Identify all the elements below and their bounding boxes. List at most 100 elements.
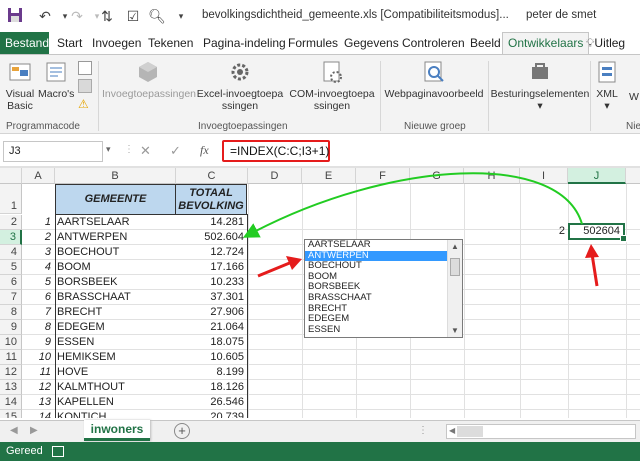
undo-icon[interactable]: ↶ (36, 7, 54, 25)
scroll-left-icon[interactable]: ◀ (449, 426, 455, 435)
tab-gegevens[interactable]: Gegevens (344, 32, 399, 54)
cell-gemeente[interactable]: ANTWERPEN (55, 230, 175, 245)
column-header-j[interactable]: J (568, 168, 626, 184)
column-header-f[interactable]: F (356, 168, 410, 184)
row-header[interactable]: 9 (0, 320, 22, 335)
row-header[interactable]: 11 (0, 350, 22, 365)
cell-nr[interactable]: 13 (22, 395, 54, 410)
row-header[interactable]: 12 (0, 365, 22, 380)
row-header[interactable]: 5 (0, 260, 22, 275)
sheet-tab-inwoners[interactable]: inwoners (84, 420, 150, 441)
column-header-a[interactable]: A (22, 168, 55, 184)
tab-bestand[interactable]: Bestand (0, 32, 49, 54)
user-name[interactable]: peter de smet (526, 9, 596, 21)
cell-gemeente[interactable]: KALMTHOUT (55, 380, 175, 395)
addins-button[interactable]: Invoegtoepassingen (102, 59, 196, 100)
cell-bevolking[interactable]: 10.233 (176, 275, 247, 290)
scroll-thumb[interactable] (457, 426, 483, 437)
cell-nr[interactable]: 12 (22, 380, 54, 395)
tab-tekenen[interactable]: Tekenen (148, 32, 193, 54)
cell-nr[interactable]: 5 (22, 275, 54, 290)
tab-controleren[interactable]: Controleren (402, 32, 465, 54)
cell-gemeente[interactable]: AARTSELAAR (55, 215, 175, 230)
cell-gemeente[interactable]: HEMIKSEM (55, 350, 175, 365)
cell-bevolking[interactable]: 20.739 (176, 410, 247, 418)
column-header-g[interactable]: G (410, 168, 464, 184)
cell-gemeente[interactable]: KAPELLEN (55, 395, 175, 410)
cell-bevolking[interactable]: 18.075 (176, 335, 247, 350)
cancel-icon[interactable]: ✕ (140, 143, 151, 159)
cell-gemeente[interactable]: BRASSCHAAT (55, 290, 175, 305)
worksheet-grid[interactable]: A B C D E F G H I J 1 2 3 4 5 6 7 8 9 10 11 12 13 14… (0, 168, 640, 418)
tab-uitleg[interactable]: 💡︎Uitleg (586, 32, 625, 54)
listbox-item[interactable]: BRASSCHAAT (305, 292, 449, 304)
tab-invoegen[interactable]: Invoegen (92, 32, 141, 54)
relative-references-icon[interactable] (78, 79, 92, 93)
listbox-item[interactable]: AARTSELAAR (305, 240, 449, 251)
com-addins-button[interactable]: COM-invoegtoepassingen (288, 59, 376, 112)
cell-bevolking[interactable]: 14.281 (176, 215, 247, 230)
horizontal-scrollbar[interactable]: ◀ (446, 424, 636, 439)
add-sheet-icon[interactable]: + (174, 423, 190, 439)
cell-bevolking[interactable]: 18.126 (176, 380, 247, 395)
macro-security-icon[interactable]: ⚠ (78, 97, 89, 111)
tab-beeld[interactable]: Beeld (470, 32, 501, 54)
cell-nr[interactable]: 11 (22, 365, 54, 380)
tab-start[interactable]: Start (57, 32, 82, 54)
formula-input[interactable]: =INDEX(C:C;I3+1) (222, 140, 330, 162)
row-header[interactable]: 2 (0, 215, 22, 230)
tab-formules[interactable]: Formules (288, 32, 338, 54)
cell-gemeente[interactable]: HOVE (55, 365, 175, 380)
cell-bevolking[interactable]: 12.724 (176, 245, 247, 260)
cell-nr[interactable]: 9 (22, 335, 54, 350)
tab-ontwikkelaars[interactable]: Ontwikkelaars (502, 32, 590, 55)
column-header-b[interactable]: B (55, 168, 176, 184)
cell-bevolking[interactable]: 26.546 (176, 395, 247, 410)
more-button[interactable]: W (628, 91, 640, 103)
sheet-next-icon[interactable]: ▶ (30, 425, 38, 436)
scroll-thumb[interactable] (450, 258, 460, 276)
cell-gemeente[interactable]: BORSBEEK (55, 275, 175, 290)
cell-nr[interactable]: 7 (22, 305, 54, 320)
name-box[interactable]: J3 (3, 141, 103, 162)
cell-nr[interactable]: 8 (22, 320, 54, 335)
confirm-icon[interactable]: ✓ (170, 143, 181, 159)
column-header-e[interactable]: E (302, 168, 356, 184)
row-header[interactable]: 8 (0, 305, 22, 320)
save-icon[interactable] (6, 7, 24, 25)
sort-icon[interactable]: ⇅ (98, 7, 116, 25)
column-header-d[interactable]: D (248, 168, 302, 184)
name-box-dropdown-icon[interactable]: ▾ (106, 144, 111, 155)
row-header[interactable]: 10 (0, 335, 22, 350)
cell-bevolking[interactable]: 17.166 (176, 260, 247, 275)
column-header-k[interactable] (626, 168, 640, 184)
cell-nr[interactable]: 2 (22, 230, 54, 245)
fx-icon[interactable]: fx (200, 143, 209, 158)
cell-gemeente[interactable]: KONTICH (55, 410, 175, 418)
select-all-corner[interactable] (0, 168, 22, 184)
excel-addins-button[interactable]: Excel-invoegtoepassingen (196, 59, 284, 112)
column-header-h[interactable]: H (464, 168, 520, 184)
cell-nr[interactable]: 6 (22, 290, 54, 305)
cell-i3[interactable]: 2 (520, 224, 568, 239)
cell-nr[interactable]: 3 (22, 245, 54, 260)
cell-bevolking[interactable]: 10.605 (176, 350, 247, 365)
cell-gemeente[interactable]: EDEGEM (55, 320, 175, 335)
row-header[interactable]: 6 (0, 275, 22, 290)
listbox-scrollbar[interactable]: ▲ ▼ (447, 240, 462, 337)
cell-bevolking[interactable]: 27.906 (176, 305, 247, 320)
cell-bevolking[interactable]: 37.301 (176, 290, 247, 305)
scroll-up-icon[interactable]: ▲ (451, 242, 459, 251)
row-header[interactable]: 13 (0, 380, 22, 395)
row-header[interactable]: 14 (0, 395, 22, 410)
cell-bevolking[interactable]: 8.199 (176, 365, 247, 380)
row-header[interactable]: 3 (0, 230, 22, 245)
cell-nr[interactable]: 10 (22, 350, 54, 365)
print-preview-icon[interactable]: 🔍︎ (148, 7, 166, 25)
column-header-i[interactable]: I (520, 168, 568, 184)
row-header[interactable]: 15 (0, 410, 22, 418)
cell-bevolking[interactable]: 502.604 (176, 230, 247, 245)
cell-nr[interactable]: 4 (22, 260, 54, 275)
macro-record-status-icon[interactable] (52, 446, 64, 457)
sheet-prev-icon[interactable]: ◀ (10, 425, 18, 436)
